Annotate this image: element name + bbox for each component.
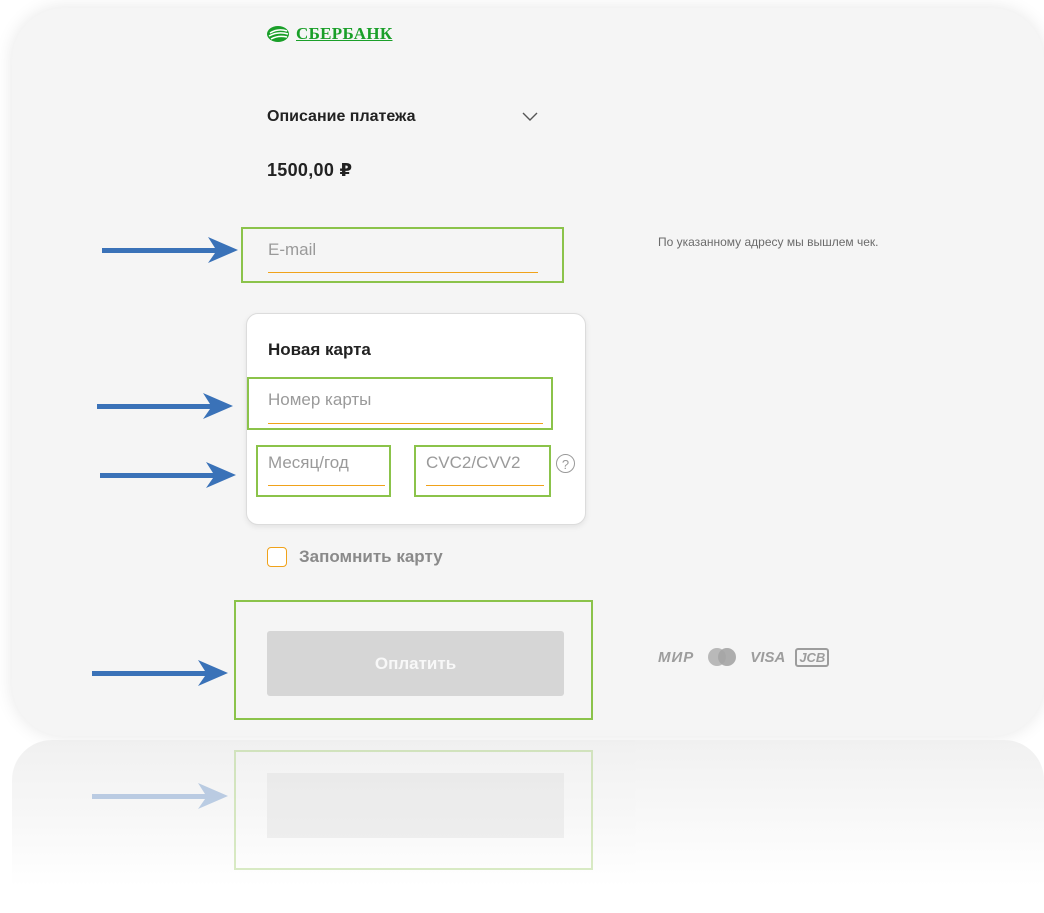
email-underline — [268, 272, 538, 273]
arrow-card-number-icon — [97, 393, 233, 419]
payment-description-label[interactable]: Описание платежа — [267, 108, 415, 126]
cvc-field[interactable]: CVC2/CVV2 — [426, 453, 544, 487]
sberbank-leaf-icon — [267, 26, 289, 42]
mastercard-icon — [708, 648, 737, 666]
arrow-email-icon — [102, 237, 238, 263]
cvc-underline — [426, 485, 544, 486]
remember-card-checkbox[interactable] — [267, 547, 287, 567]
mir-logo: МИР — [658, 648, 695, 666]
sberbank-logo-text: СБЕРБАНК — [296, 24, 393, 43]
card-number-placeholder: Номер карты — [268, 390, 372, 409]
remember-card-label: Запомнить карту — [299, 547, 443, 566]
reflection-panel — [12, 740, 1044, 913]
reflection-arrow-icon — [92, 783, 228, 809]
email-placeholder: E-mail — [268, 240, 317, 259]
card-number-underline — [268, 423, 543, 424]
arrow-expiry-icon — [100, 462, 236, 488]
jcb-logo: JCB — [795, 647, 830, 667]
remember-card-option[interactable]: Запомнить карту — [267, 547, 443, 567]
reflection-content — [12, 740, 1044, 913]
expiry-underline — [268, 485, 385, 486]
cvc-help-icon[interactable]: ? — [556, 454, 575, 473]
expiry-placeholder: Месяц/год — [268, 453, 349, 472]
reflection-button — [267, 773, 564, 838]
sberbank-logo[interactable]: СБЕРБАНК — [266, 24, 392, 44]
chevron-down-icon[interactable] — [522, 112, 538, 122]
cvc-placeholder: CVC2/CVV2 — [426, 453, 521, 472]
visa-logo: VISA — [750, 648, 786, 666]
pay-button[interactable]: Оплатить — [267, 631, 564, 696]
card-number-field[interactable]: Номер карты — [268, 390, 543, 424]
payment-amount: 1500,00 ₽ — [267, 160, 353, 180]
email-hint: По указанному адресу мы вышлем чек. — [658, 235, 879, 249]
email-field[interactable]: E-mail — [268, 240, 538, 274]
new-card-title: Новая карта — [268, 340, 371, 359]
arrow-pay-button-icon — [92, 660, 228, 686]
expiry-field[interactable]: Месяц/год — [268, 453, 385, 487]
payment-systems-logos: МИР VISA JCB — [658, 646, 830, 668]
